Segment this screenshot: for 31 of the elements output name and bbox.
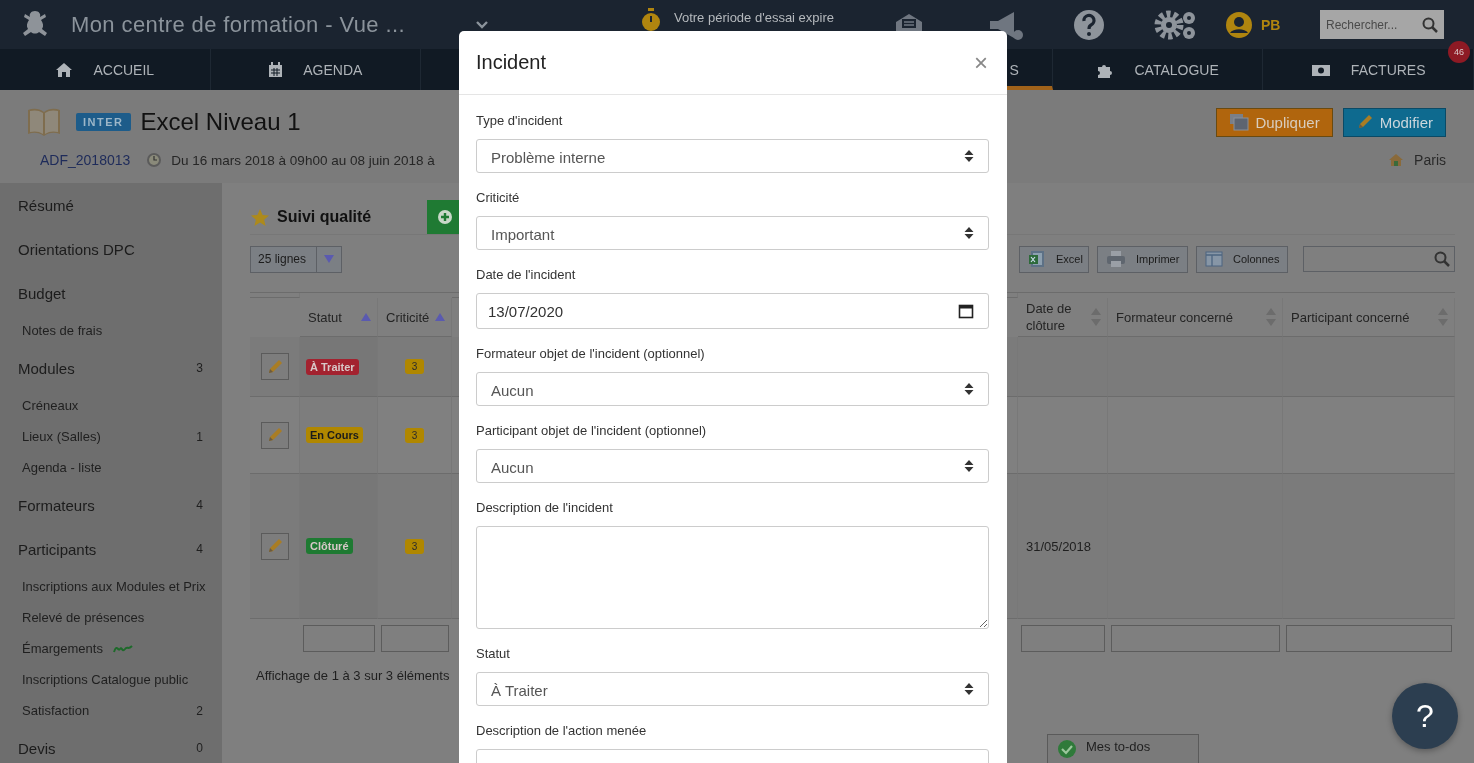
app-title: Mon centre de formation - Vue ... bbox=[71, 11, 406, 38]
status-badge: Clôturé bbox=[306, 538, 353, 554]
field-label: Description de l'action menée bbox=[476, 722, 648, 740]
course-dates: Du 16 mars 2018 à 09h00 au 08 juin 2018 à bbox=[171, 152, 435, 168]
status-badge: À Traiter bbox=[306, 358, 359, 375]
trial-notice: Votre période d'essai expire bbox=[674, 10, 835, 25]
field-label: Type d'incident bbox=[476, 112, 564, 130]
criticality-badge: 3 bbox=[404, 538, 425, 554]
section-title: Suivi qualité bbox=[277, 208, 372, 226]
status-badge: En Cours bbox=[306, 427, 363, 443]
item-count: 1 bbox=[196, 429, 203, 444]
field-label: Statut bbox=[476, 645, 511, 663]
item-count: 2 bbox=[196, 703, 203, 718]
table-cell: 31/05/2018 bbox=[1026, 538, 1092, 554]
course-title: Excel Niveau 1 bbox=[140, 108, 301, 136]
criticality-badge: 3 bbox=[404, 427, 425, 443]
item-count: 4 bbox=[196, 542, 203, 556]
criticality-badge: 3 bbox=[404, 359, 425, 374]
item-count: 0 bbox=[196, 741, 203, 755]
type-badge: INTER bbox=[76, 113, 131, 131]
field-label: Participant objet de l'incident (optionnel) bbox=[476, 422, 708, 440]
field-label: Date de l'incident bbox=[476, 266, 577, 284]
item-count: 4 bbox=[196, 498, 203, 512]
item-count: 3 bbox=[196, 361, 203, 375]
table-summary: Affichage de 1 à 3 sur 3 éléments bbox=[255, 668, 451, 683]
location: Paris bbox=[1414, 152, 1446, 168]
field-label: Criticité bbox=[476, 189, 521, 207]
notification-badge: 46 bbox=[1448, 41, 1470, 63]
field-label: Formateur objet de l'incident (optionnel) bbox=[476, 345, 706, 363]
modal-title: Incident bbox=[476, 51, 547, 74]
field-label: Description de l'incident bbox=[476, 499, 614, 517]
